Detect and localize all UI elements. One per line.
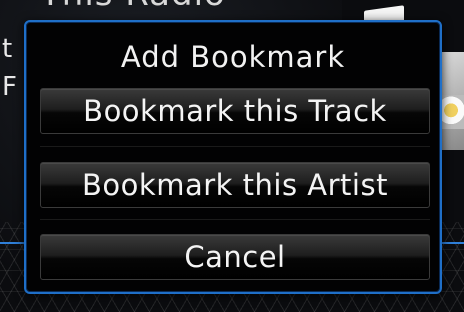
background-station-title: This Radio [40,0,226,14]
dialog-title: Add Bookmark [120,40,346,74]
bookmark-artist-button[interactable]: Bookmark this Artist [40,162,430,208]
add-bookmark-dialog: Add Bookmark Bookmark this Track Bookmar… [24,20,442,294]
background-side-text-2: F [2,72,17,102]
button-divider [40,146,430,147]
background-side-text-1: t [2,34,13,64]
button-divider [40,219,430,220]
bookmark-track-button[interactable]: Bookmark this Track [40,88,430,134]
cancel-button[interactable]: Cancel [40,234,430,280]
